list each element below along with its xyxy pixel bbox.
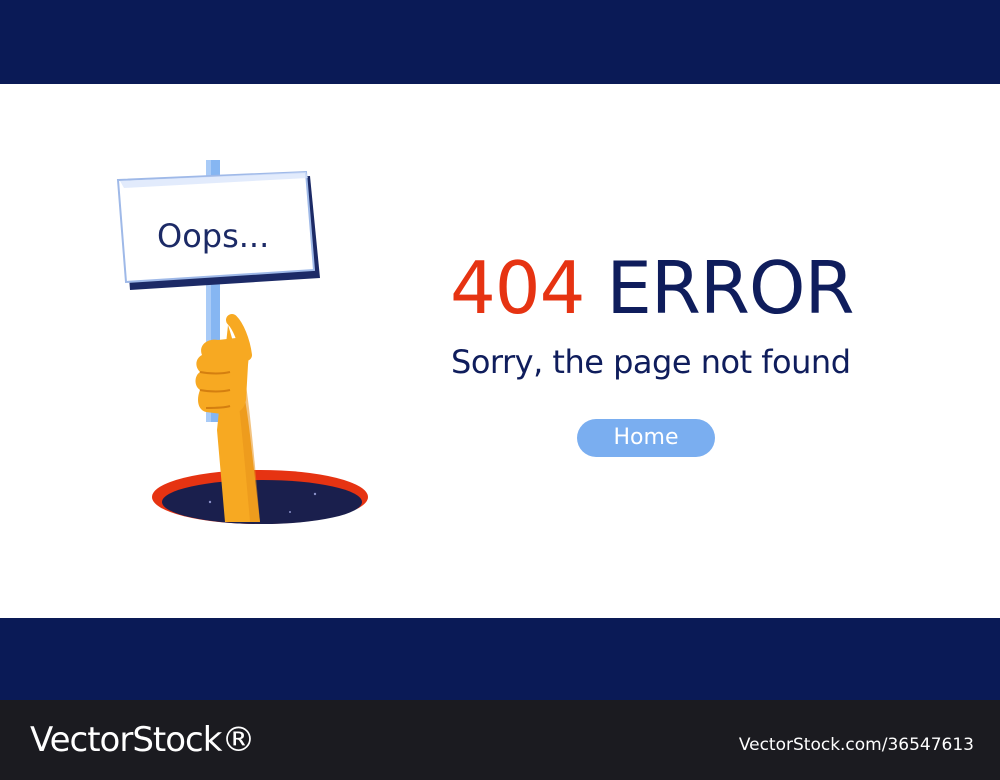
error-code: 404 [450, 246, 585, 330]
sign-text: Oops... [157, 217, 269, 255]
error-message: Sorry, the page not found [451, 343, 851, 381]
hand-holding-sign-illustration: Oops... [116, 160, 368, 524]
bottom-navy-band [0, 618, 1000, 700]
home-button[interactable]: Home [577, 419, 715, 457]
fist [195, 314, 252, 415]
error-word: ERROR [606, 246, 854, 330]
error-heading: 404 ERROR [450, 244, 970, 332]
error-page: Oops... 404 ERROR Sorry, the page not fo… [0, 0, 1000, 780]
top-navy-band [0, 0, 1000, 84]
watermark-id: VectorStock.com/36547613 [738, 735, 974, 755]
hole-illustration [152, 470, 368, 524]
oops-illustration: Oops... [110, 150, 380, 530]
watermark-brand: VectorStock® [30, 720, 255, 760]
sign-board: Oops... [116, 170, 320, 290]
